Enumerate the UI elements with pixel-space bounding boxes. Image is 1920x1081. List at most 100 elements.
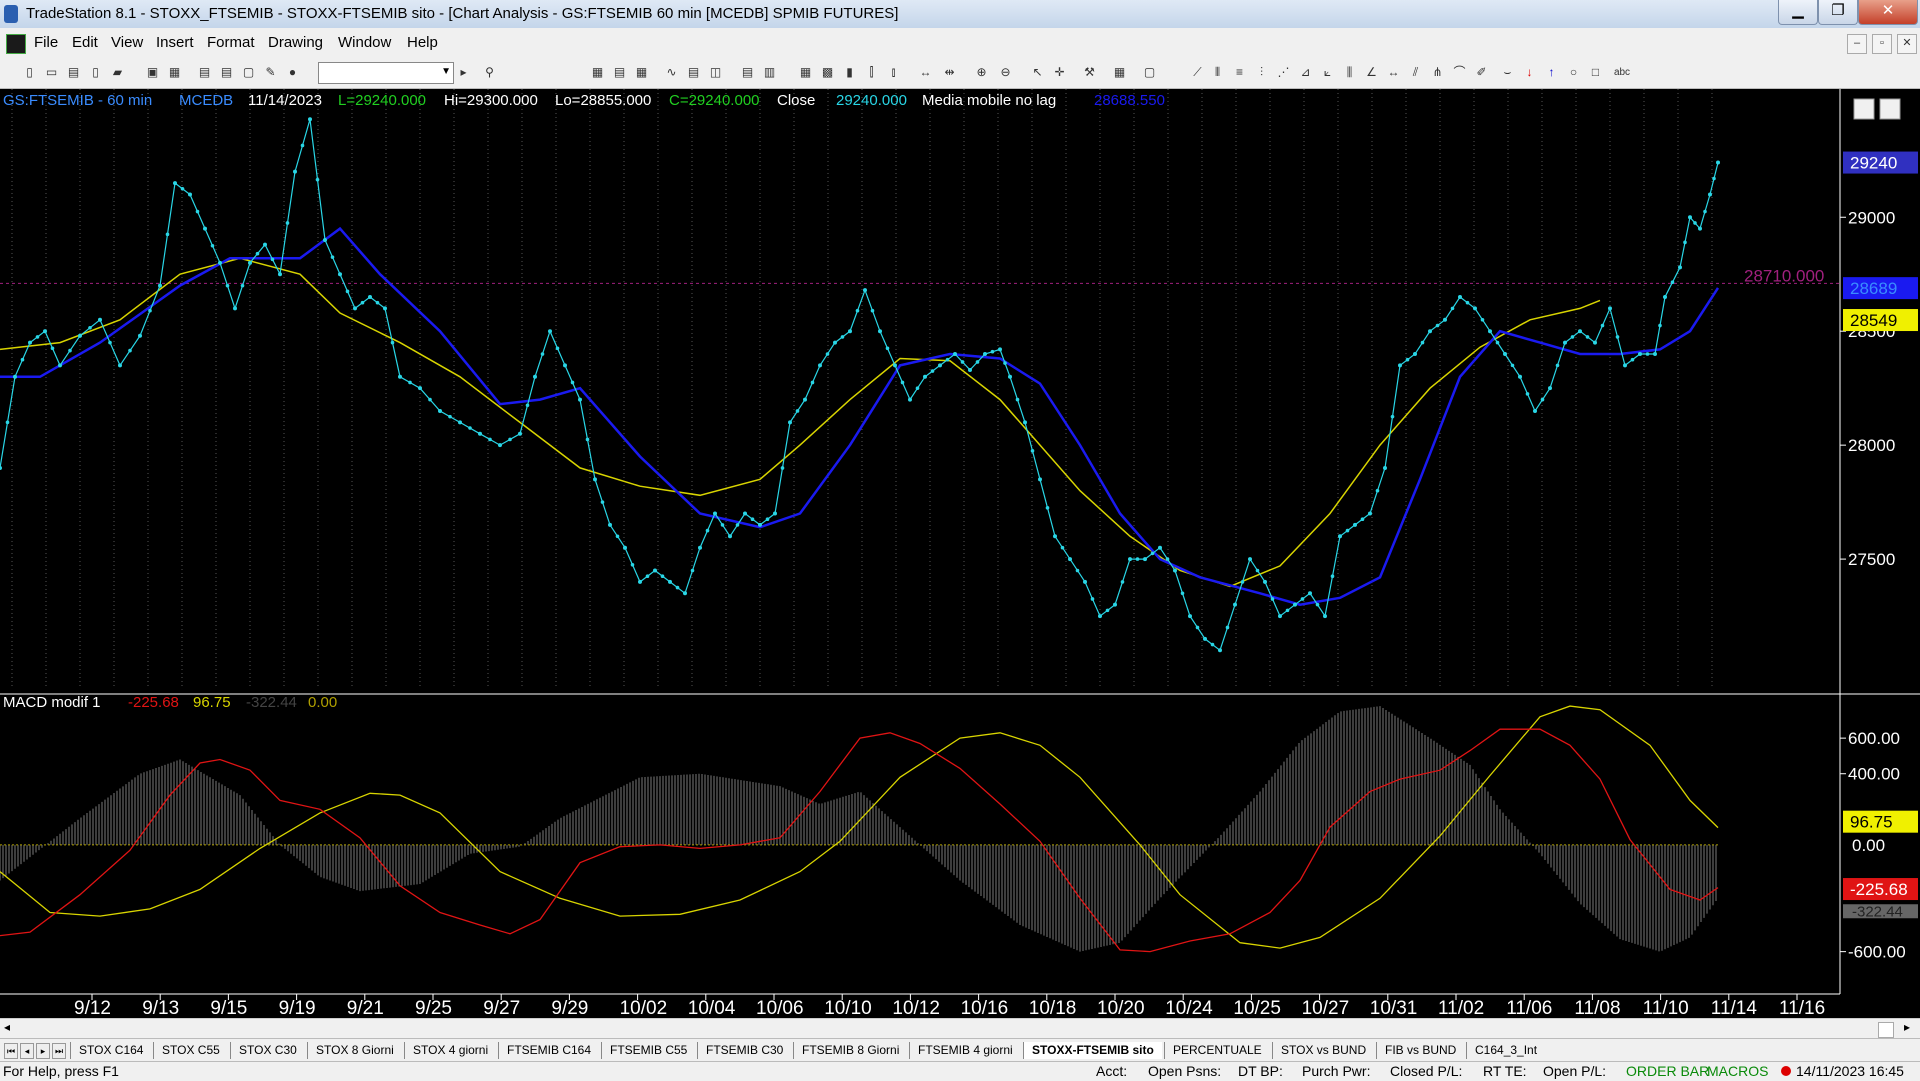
chart-restore-button[interactable] bbox=[1879, 98, 1901, 120]
trendline-icon[interactable]: ⟋ bbox=[1190, 65, 1205, 80]
gann-fan-icon[interactable]: ⊿ bbox=[1298, 65, 1313, 80]
list-icon[interactable]: ▤ bbox=[612, 65, 627, 80]
menu-view[interactable]: View bbox=[111, 34, 143, 51]
alert-icon[interactable]: ▢ bbox=[1142, 65, 1157, 80]
tab-first-icon[interactable]: ⏮ bbox=[4, 1043, 18, 1059]
mdi-close-button[interactable]: ✕ bbox=[1897, 34, 1917, 54]
fib-lines-icon[interactable]: ⦀ bbox=[1210, 65, 1225, 80]
symbol-combo[interactable]: ▼ bbox=[318, 62, 454, 84]
text-tool-icon[interactable]: abc bbox=[1610, 65, 1634, 80]
curve-icon[interactable]: ⌣ bbox=[1500, 65, 1515, 80]
scroll-right-icon[interactable]: ▸ bbox=[1904, 1020, 1910, 1034]
pencil-icon[interactable]: ✐ bbox=[1474, 65, 1489, 80]
sheet-tab[interactable]: STOX vs BUND bbox=[1272, 1042, 1374, 1059]
mdi-restore-button[interactable]: ▫ bbox=[1872, 34, 1892, 54]
arrow-down-icon[interactable]: ↓ bbox=[1522, 65, 1537, 80]
menu-file[interactable]: File bbox=[34, 34, 58, 51]
sheet-tab[interactable]: FTSEMIB 8 Giorni bbox=[793, 1042, 907, 1059]
search-icon[interactable]: ⚲ bbox=[482, 65, 497, 80]
mdi-minimize-button[interactable]: – bbox=[1847, 34, 1867, 54]
tools-icon[interactable]: ✎ bbox=[263, 65, 278, 80]
sheet-tab[interactable]: FTSEMIB C55 bbox=[601, 1042, 695, 1059]
menu-drawing[interactable]: Drawing bbox=[268, 34, 323, 51]
news-icon[interactable]: ▦ bbox=[798, 65, 813, 80]
new-icon[interactable]: ▯ bbox=[22, 65, 37, 80]
menu-help[interactable]: Help bbox=[407, 34, 438, 51]
sheet-tab[interactable]: STOX 4 giorni bbox=[404, 1042, 496, 1059]
radar-icon[interactable]: ▥ bbox=[762, 65, 777, 80]
sheet-tab[interactable]: STOX C55 bbox=[153, 1042, 228, 1059]
scroll-left-icon[interactable]: ◂ bbox=[4, 1020, 10, 1034]
options-icon[interactable]: ▤ bbox=[686, 65, 701, 80]
sheet-tab[interactable]: PERCENTUALE bbox=[1164, 1042, 1270, 1059]
compress-bars-icon[interactable]: ⇹ bbox=[942, 65, 957, 80]
channel-icon[interactable]: ⫽ bbox=[1408, 65, 1423, 80]
arc-icon[interactable]: ⌒ bbox=[1452, 65, 1467, 80]
bar-chart-icon[interactable]: ▮ bbox=[842, 65, 857, 80]
ohlc-icon[interactable]: ⫾ bbox=[886, 65, 901, 80]
andrews-icon[interactable]: ⋰ bbox=[1276, 65, 1291, 80]
order-bar-button[interactable]: ORDER BAR bbox=[1626, 1063, 1709, 1079]
sheet-tab[interactable]: FTSEMIB C164 bbox=[498, 1042, 599, 1059]
angle-icon[interactable]: ∠ bbox=[1364, 65, 1379, 80]
sheet-tab[interactable]: STOX C30 bbox=[230, 1042, 305, 1059]
insert-indicator-icon[interactable]: ▦ bbox=[1112, 65, 1127, 80]
minimize-button[interactable]: ▁ bbox=[1778, 0, 1818, 25]
save-icon[interactable]: ▣ bbox=[145, 65, 160, 80]
time-zones-icon[interactable]: ⋔ bbox=[1430, 65, 1445, 80]
sheet-tab[interactable]: STOXX-FTSEMIB sito bbox=[1023, 1042, 1162, 1059]
workspace-icon[interactable]: ▤ bbox=[66, 65, 81, 80]
zoom-in-icon[interactable]: ⊕ bbox=[974, 65, 989, 80]
horizontal-arrow-icon[interactable]: ↔ bbox=[1386, 65, 1401, 80]
open-icon[interactable]: ▭ bbox=[44, 65, 59, 80]
sheet-tab[interactable]: STOX C164 bbox=[70, 1042, 151, 1059]
tab-last-icon[interactable]: ⏭ bbox=[52, 1043, 66, 1059]
arrow-right-icon[interactable]: ▸ bbox=[456, 65, 471, 80]
menu-window[interactable]: Window bbox=[338, 34, 391, 51]
zoom-out-icon[interactable]: ⊖ bbox=[998, 65, 1013, 80]
macro-icon[interactable]: ● bbox=[285, 65, 300, 80]
sheet-tab[interactable]: FTSEMIB 4 giorni bbox=[909, 1042, 1021, 1059]
chart-window-icon[interactable] bbox=[6, 34, 26, 54]
chart-area[interactable]: GS:FTSEMIB - 60 min MCEDB 11/14/2023 L=2… bbox=[0, 89, 1920, 1018]
print-icon[interactable]: ▦ bbox=[167, 65, 182, 80]
macros-button[interactable]: MACROS bbox=[1707, 1063, 1768, 1079]
scroll-thumb[interactable] bbox=[1878, 1022, 1894, 1038]
regression-icon[interactable]: ⫶ bbox=[1254, 65, 1269, 80]
horizontal-scrollbar[interactable]: ◂ ▸ bbox=[0, 1018, 1920, 1039]
vertical-lines-icon[interactable]: ⫼ bbox=[1342, 65, 1357, 80]
ellipse-icon[interactable]: ○ bbox=[1566, 65, 1581, 80]
rectangle-icon[interactable]: □ bbox=[1588, 65, 1603, 80]
matrix-icon[interactable]: ▩ bbox=[820, 65, 835, 80]
menu-edit[interactable]: Edit bbox=[72, 34, 98, 51]
horizontal-lines-icon[interactable]: ≡ bbox=[1232, 65, 1247, 80]
window2-icon[interactable]: ▤ bbox=[219, 65, 234, 80]
chart-minimize-button[interactable] bbox=[1853, 98, 1875, 120]
quote-icon[interactable]: ▦ bbox=[590, 65, 605, 80]
sheet-tab[interactable]: C164_3_Int bbox=[1466, 1042, 1545, 1059]
arrow-up-icon[interactable]: ↑ bbox=[1544, 65, 1559, 80]
close-button[interactable]: ✕ bbox=[1858, 0, 1918, 25]
menu-insert[interactable]: Insert bbox=[156, 34, 194, 51]
page-icon[interactable]: ▯ bbox=[88, 65, 103, 80]
candle-icon[interactable]: ⫿ bbox=[864, 65, 879, 80]
folder-icon[interactable]: ▰ bbox=[110, 65, 125, 80]
tab-prev-icon[interactable]: ◂ bbox=[20, 1043, 34, 1059]
sheet-tab[interactable]: FTSEMIB C30 bbox=[697, 1042, 791, 1059]
expand-bars-icon[interactable]: ↔ bbox=[918, 65, 933, 80]
wrench-icon[interactable]: ⚒ bbox=[1082, 65, 1097, 80]
chart-canvas[interactable]: GS:FTSEMIB - 60 min MCEDB 11/14/2023 L=2… bbox=[0, 89, 1920, 1018]
sheet-tab[interactable]: STOX 8 Giorni bbox=[307, 1042, 402, 1059]
window-icon[interactable]: ▤ bbox=[197, 65, 212, 80]
lock-icon[interactable]: ▢ bbox=[241, 65, 256, 80]
sheet-tab[interactable]: FIB vs BUND bbox=[1376, 1042, 1464, 1059]
restore-button[interactable]: ❐ bbox=[1818, 0, 1858, 25]
pointer-icon[interactable]: ↖ bbox=[1030, 65, 1045, 80]
chart-icon[interactable]: ∿ bbox=[664, 65, 679, 80]
menu-format[interactable]: Format bbox=[207, 34, 255, 51]
tab-next-icon[interactable]: ▸ bbox=[36, 1043, 50, 1059]
scan-icon[interactable]: ▤ bbox=[740, 65, 755, 80]
speed-lines-icon[interactable]: ⟀ bbox=[1320, 65, 1335, 80]
grid-icon[interactable]: ▦ bbox=[634, 65, 649, 80]
crosshair-icon[interactable]: ✛ bbox=[1052, 65, 1067, 80]
